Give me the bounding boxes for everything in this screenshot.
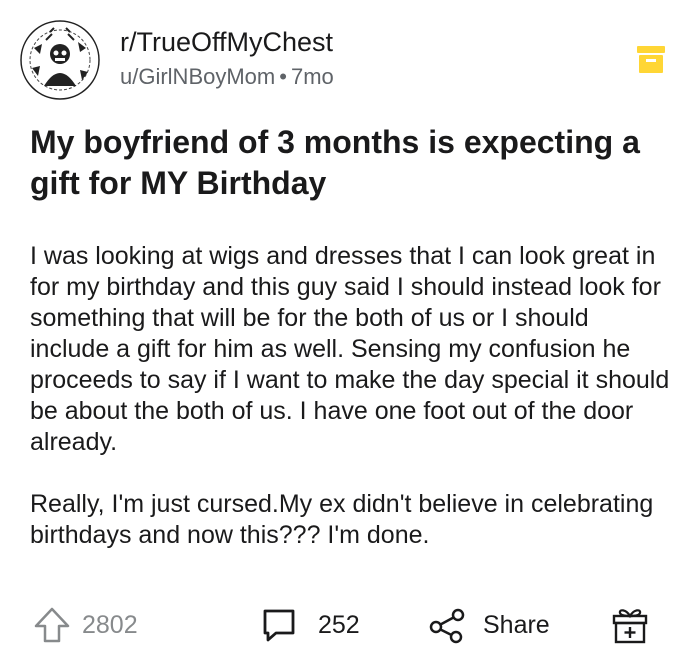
author-name[interactable]: u/GirlNBoyMom [120, 64, 275, 89]
share-button[interactable]: Share [427, 600, 550, 650]
comment-bubble-icon[interactable] [260, 606, 298, 644]
post-body-paragraph: Really, I'm just cursed.My ex didn't bel… [30, 490, 654, 549]
archive-box-icon[interactable] [634, 42, 668, 76]
award-button[interactable] [610, 600, 650, 650]
subreddit-avatar[interactable] [20, 20, 100, 100]
post-age: 7mo [290, 64, 334, 89]
share-icon[interactable] [427, 605, 467, 645]
subreddit-name[interactable]: r/TrueOffMyChest [120, 25, 334, 59]
post-title[interactable]: My boyfriend of 3 months is expecting a … [30, 122, 670, 204]
comment-count: 252 [318, 610, 360, 639]
post-body: I was looking at wigs and dresses that I… [30, 241, 670, 582]
post-body-paragraph: I was looking at wigs and dresses that I… [30, 242, 670, 456]
byline: u/GirlNBoyMom • 7mo [120, 62, 334, 92]
upvote-button[interactable]: 2802 [32, 600, 138, 650]
gift-award-icon[interactable] [610, 605, 650, 645]
post-action-bar: 2802 252 Share [30, 595, 670, 655]
share-label: Share [483, 610, 550, 639]
byline-separator: • [279, 64, 287, 89]
comments-button[interactable]: 252 [260, 600, 360, 650]
upvote-arrow-icon[interactable] [32, 605, 72, 645]
post-meta: r/TrueOffMyChest u/GirlNBoyMom • 7mo [120, 25, 334, 92]
post-header: r/TrueOffMyChest u/GirlNBoyMom • 7mo [20, 20, 680, 100]
upvote-count: 2802 [82, 610, 138, 639]
